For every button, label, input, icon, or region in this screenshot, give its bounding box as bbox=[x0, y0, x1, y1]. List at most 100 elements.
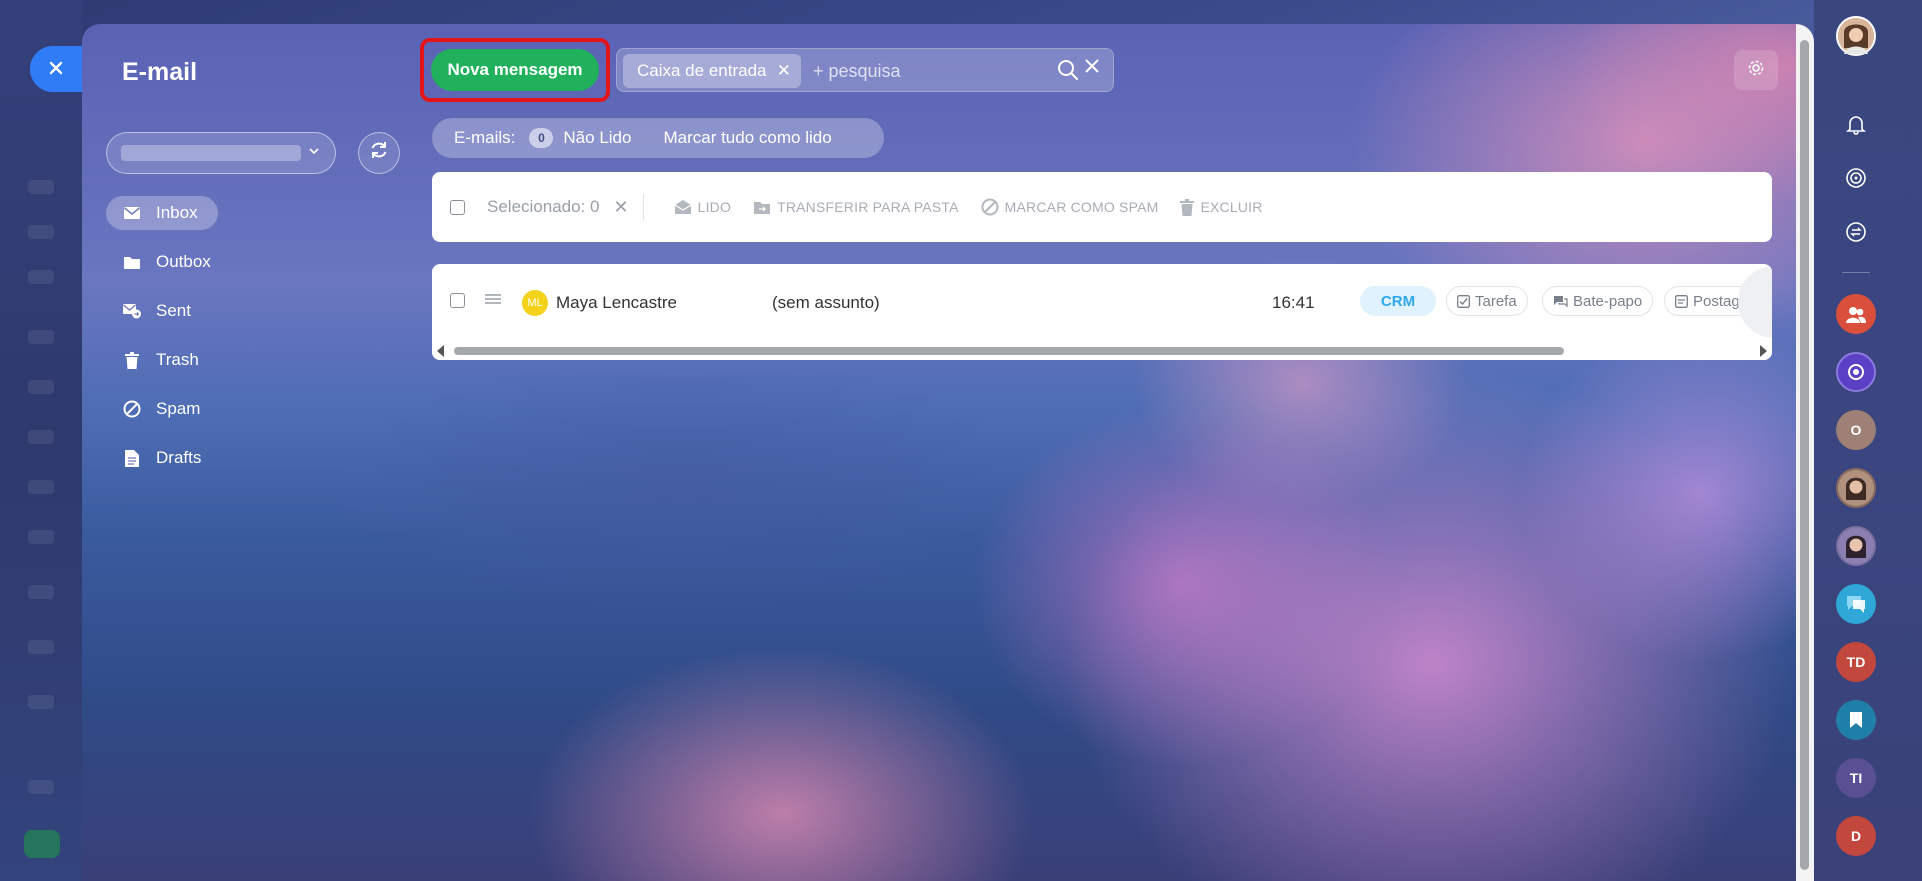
message-row[interactable]: ML Maya Lencastre (sem assunto) 16:41 CR… bbox=[432, 264, 1772, 340]
open-chat-button[interactable]: Bate-papo bbox=[1542, 286, 1654, 316]
envelope-icon bbox=[122, 206, 142, 220]
folder-label: Sent bbox=[156, 301, 191, 320]
avatar[interactable]: O bbox=[1836, 410, 1876, 450]
sync-icon[interactable] bbox=[1836, 212, 1876, 252]
sent-icon bbox=[122, 303, 142, 319]
target-icon[interactable] bbox=[1836, 158, 1876, 198]
mark-all-read-link[interactable]: Marcar tudo como lido bbox=[663, 128, 831, 148]
folder-outbox[interactable]: Outbox bbox=[106, 245, 346, 279]
folder-label: Trash bbox=[156, 350, 199, 369]
folder-spam[interactable]: Spam bbox=[106, 392, 346, 426]
divider bbox=[1842, 272, 1870, 273]
folder-move-icon bbox=[753, 200, 771, 215]
bulk-action-bar: Selecionado: 0 ✕ LIDO TRANSFERIR PARA PA… bbox=[432, 172, 1772, 242]
right-rail: O TD TI D bbox=[1814, 0, 1922, 881]
filter-chip-label: Caixa de entrada bbox=[637, 61, 767, 80]
blurred-green-item bbox=[24, 830, 60, 858]
clear-search-icon[interactable] bbox=[1083, 57, 1101, 81]
avatar[interactable]: TI bbox=[1836, 758, 1876, 798]
delete-action[interactable]: EXCLUIR bbox=[1180, 198, 1263, 216]
row-checkbox[interactable] bbox=[450, 293, 465, 308]
divider bbox=[642, 194, 644, 220]
group-chat-icon[interactable] bbox=[1836, 294, 1876, 334]
emails-label: E-mails: bbox=[454, 128, 516, 147]
search-input[interactable]: + pesquisa bbox=[813, 61, 901, 82]
user-avatar[interactable] bbox=[1836, 16, 1876, 56]
folder-trash[interactable]: Trash bbox=[106, 343, 346, 377]
blurred-menu-item bbox=[28, 330, 54, 344]
chat-bubble-icon[interactable] bbox=[1836, 584, 1876, 624]
task-label: Tarefa bbox=[1475, 292, 1517, 310]
unread-count-badge: 0 bbox=[529, 128, 554, 148]
search-icon[interactable] bbox=[1057, 59, 1079, 86]
trash-icon bbox=[1180, 198, 1195, 216]
task-icon bbox=[1457, 294, 1470, 308]
new-message-button[interactable]: Nova mensagem bbox=[431, 49, 599, 91]
counter-bar: E-mails: 0 Não Lido Marcar tudo como lid… bbox=[432, 118, 884, 158]
unread-filter[interactable]: Não Lido bbox=[563, 128, 631, 148]
refresh-icon bbox=[368, 139, 390, 167]
copilot-icon[interactable] bbox=[1836, 352, 1876, 392]
background-left-strip bbox=[0, 0, 82, 881]
avatar[interactable]: D bbox=[1836, 816, 1876, 856]
avatar[interactable] bbox=[1836, 526, 1876, 566]
ban-icon bbox=[981, 198, 999, 216]
search-bar[interactable]: Caixa de entrada ✕ + pesquisa bbox=[616, 48, 1114, 92]
document-icon bbox=[122, 449, 142, 467]
selected-count: Selecionado: 0 bbox=[487, 197, 600, 216]
more-actions-button[interactable] bbox=[1738, 266, 1772, 338]
folder-label: Inbox bbox=[156, 203, 198, 222]
crm-badge[interactable]: CRM bbox=[1360, 286, 1436, 316]
horizontal-scrollbar[interactable] bbox=[432, 342, 1772, 360]
message-subject[interactable]: (sem assunto) bbox=[772, 293, 880, 313]
open-envelope-icon bbox=[674, 199, 692, 215]
settings-button[interactable] bbox=[1734, 50, 1778, 90]
delete-label: EXCLUIR bbox=[1200, 199, 1263, 215]
scroll-left-icon[interactable] bbox=[437, 345, 444, 357]
move-to-folder-action[interactable]: TRANSFERIR PARA PASTA bbox=[753, 199, 959, 215]
sidebar: E-mail Inbox Outbox Sent Trash Spam Draf… bbox=[82, 24, 412, 881]
avatar[interactable]: TD bbox=[1836, 642, 1876, 682]
refresh-button[interactable] bbox=[358, 132, 400, 174]
scrollbar-thumb[interactable] bbox=[454, 347, 1564, 355]
bell-icon[interactable] bbox=[1836, 104, 1876, 144]
drag-handle-icon[interactable] bbox=[484, 292, 502, 308]
post-icon bbox=[1675, 294, 1688, 308]
folder-icon bbox=[122, 255, 142, 270]
bookmark-icon[interactable] bbox=[1836, 700, 1876, 740]
mark-read-label: LIDO bbox=[697, 199, 732, 215]
blurred-menu-item bbox=[28, 480, 54, 494]
blurred-menu-item bbox=[28, 225, 54, 239]
trash-icon bbox=[122, 351, 142, 369]
message-time: 16:41 bbox=[1272, 293, 1315, 312]
scroll-right-icon[interactable] bbox=[1760, 345, 1767, 357]
folder-label: Drafts bbox=[156, 448, 202, 467]
folder-label: Spam bbox=[156, 399, 201, 418]
filter-chip[interactable]: Caixa de entrada ✕ bbox=[623, 54, 801, 88]
avatar: ML bbox=[522, 290, 548, 316]
mark-spam-label: MARCAR COMO SPAM bbox=[1004, 199, 1159, 215]
mailbox-selector[interactable] bbox=[106, 132, 336, 174]
mark-read-action[interactable]: LIDO bbox=[674, 199, 731, 215]
folder-drafts[interactable]: Drafts bbox=[106, 441, 346, 475]
create-task-button[interactable]: Tarefa bbox=[1446, 286, 1528, 316]
message-from[interactable]: Maya Lencastre bbox=[556, 293, 677, 313]
select-all-checkbox[interactable] bbox=[450, 199, 465, 215]
remove-filter-icon[interactable]: ✕ bbox=[777, 61, 791, 81]
blurred-menu-item bbox=[28, 270, 54, 284]
avatar[interactable] bbox=[1836, 468, 1876, 508]
scrollbar-thumb[interactable] bbox=[1800, 40, 1809, 870]
clear-selection-icon[interactable]: ✕ bbox=[613, 197, 628, 218]
blurred-menu-item bbox=[28, 640, 54, 654]
blurred-menu-item bbox=[28, 180, 54, 194]
blurred-menu-item bbox=[28, 585, 54, 599]
mark-spam-action[interactable]: MARCAR COMO SPAM bbox=[981, 198, 1159, 216]
blurred-menu-item bbox=[28, 430, 54, 444]
folder-inbox[interactable]: Inbox bbox=[106, 196, 218, 230]
close-slider-button[interactable] bbox=[30, 46, 82, 92]
folder-sent[interactable]: Sent bbox=[106, 294, 346, 328]
folder-list: Inbox Outbox Sent Trash Spam Drafts bbox=[106, 196, 346, 490]
ban-icon bbox=[122, 400, 142, 418]
vertical-scrollbar[interactable] bbox=[1796, 24, 1814, 881]
chat-label: Bate-papo bbox=[1573, 292, 1643, 310]
